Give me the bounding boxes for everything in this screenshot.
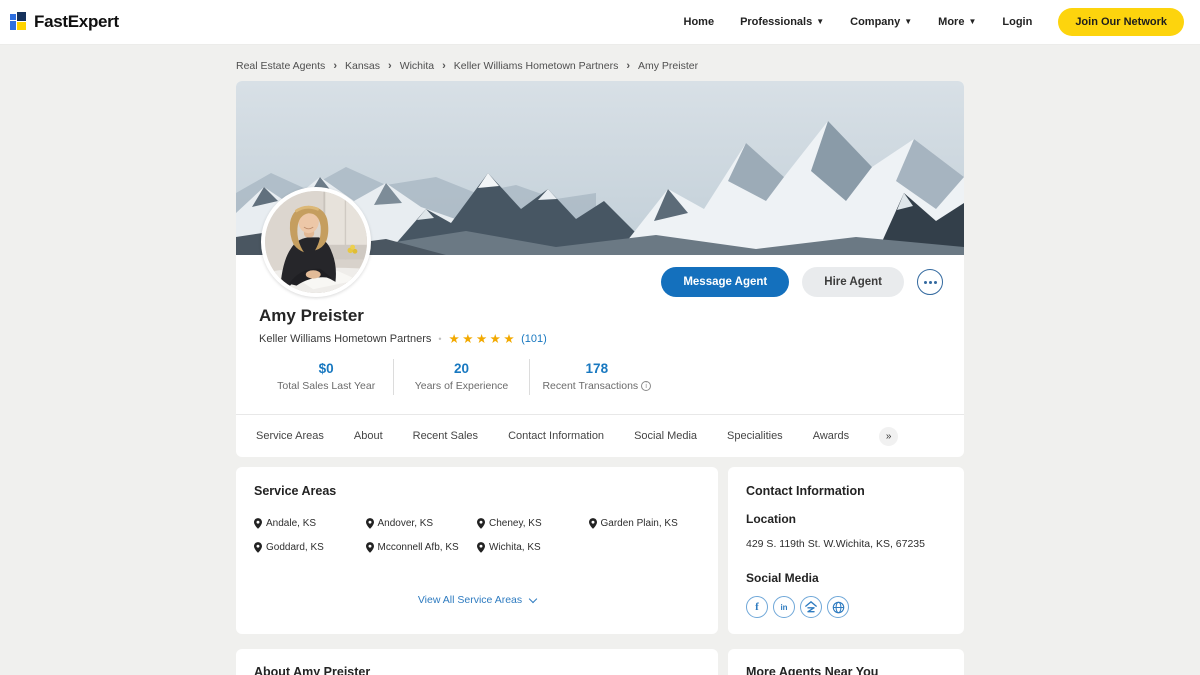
- website-globe-icon[interactable]: [827, 596, 849, 618]
- nav-company[interactable]: Company ▼: [850, 16, 912, 28]
- chevron-right-icon: ›: [388, 60, 392, 72]
- social-links: f in: [746, 596, 946, 618]
- dot-separator: •: [438, 333, 442, 344]
- view-all-service-areas-link[interactable]: View All Service Areas: [236, 594, 718, 606]
- chevron-down-icon: ▼: [904, 17, 913, 26]
- breadcrumb-item[interactable]: Real Estate Agents: [236, 60, 325, 72]
- agent-address: 429 S. 119th St. W.Wichita, KS, 67235: [746, 538, 925, 550]
- breadcrumb-item[interactable]: Keller Williams Hometown Partners: [454, 60, 619, 72]
- more-agents-title: More Agents Near You: [746, 665, 879, 675]
- service-area-item[interactable]: Andover, KS: [365, 518, 478, 529]
- linkedin-icon[interactable]: in: [773, 596, 795, 618]
- fastexpert-logo[interactable]: FastExpert: [10, 12, 119, 32]
- breadcrumb: Real Estate Agents › Kansas › Wichita › …: [236, 45, 964, 72]
- service-area-item[interactable]: Mcconnell Afb, KS: [365, 542, 478, 553]
- agent-profile-card: Message Agent Hire Agent Amy Preister Ke…: [236, 81, 964, 457]
- chevron-right-icon: ›: [333, 60, 337, 72]
- tab-service-areas[interactable]: Service Areas: [256, 430, 324, 442]
- tab-awards[interactable]: Awards: [813, 430, 849, 442]
- agent-name: Amy Preister: [259, 306, 364, 325]
- agent-stats: $0 Total Sales Last Year 20 Years of Exp…: [259, 359, 664, 395]
- breadcrumb-item[interactable]: Kansas: [345, 60, 380, 72]
- chevron-down-icon: [528, 594, 538, 603]
- info-icon[interactable]: i: [641, 381, 652, 391]
- map-pin-icon: [365, 542, 374, 553]
- about-agent-title: About Amy Preister: [254, 665, 371, 675]
- tab-about[interactable]: About: [354, 430, 383, 442]
- join-our-network-button[interactable]: Join Our Network: [1058, 8, 1184, 36]
- star-rating-icons: ★★★★★: [448, 332, 518, 346]
- stat-years-experience: 20 Years of Experience: [393, 359, 528, 395]
- brand-name: FastExpert: [34, 12, 119, 31]
- chevron-right-icon: ›: [442, 60, 446, 72]
- map-pin-icon: [477, 518, 485, 529]
- main-nav: Home Professionals ▼ Company ▼ More ▼ Login…: [684, 8, 1184, 36]
- breadcrumb-item-current: Amy Preister: [638, 60, 699, 72]
- more-options-button[interactable]: [917, 269, 943, 295]
- zillow-icon[interactable]: [800, 596, 822, 618]
- profile-tabs: Service Areas About Recent Sales Contact…: [236, 414, 964, 457]
- map-pin-icon: [254, 542, 262, 553]
- contact-information-title: Contact Information: [746, 484, 865, 498]
- map-pin-icon: [588, 518, 597, 529]
- message-agent-button[interactable]: Message Agent: [661, 267, 790, 297]
- breadcrumb-item[interactable]: Wichita: [400, 60, 434, 72]
- tab-recent-sales[interactable]: Recent Sales: [413, 430, 478, 442]
- fastexpert-logo-icon: [10, 12, 30, 32]
- contact-information-card: Contact Information Location 429 S. 119t…: [728, 467, 964, 634]
- more-agents-card: More Agents Near You: [728, 649, 964, 675]
- hire-agent-button[interactable]: Hire Agent: [802, 267, 904, 297]
- nav-more[interactable]: More ▼: [938, 16, 976, 28]
- map-pin-icon: [477, 542, 485, 553]
- service-area-item[interactable]: Cheney, KS: [477, 518, 589, 529]
- map-pin-icon: [365, 518, 374, 529]
- service-areas-title: Service Areas: [254, 484, 337, 498]
- tab-social-media[interactable]: Social Media: [634, 430, 697, 442]
- nav-home[interactable]: Home: [684, 16, 715, 28]
- map-pin-icon: [254, 518, 262, 529]
- ellipsis-icon: [923, 280, 927, 284]
- service-area-item[interactable]: Garden Plain, KS: [588, 518, 701, 529]
- chevron-down-icon: ▼: [968, 17, 977, 26]
- service-areas-list: Andale, KS Andover, KS Cheney, KS Garden…: [254, 518, 700, 553]
- tab-contact-information[interactable]: Contact Information: [508, 430, 604, 442]
- review-count-link[interactable]: (101): [521, 333, 547, 345]
- social-media-label: Social Media: [746, 571, 819, 585]
- about-agent-card: About Amy Preister: [236, 649, 718, 675]
- location-label: Location: [746, 512, 796, 526]
- agent-avatar[interactable]: [261, 187, 371, 297]
- tab-specialities[interactable]: Specialities: [727, 430, 783, 442]
- service-area-item[interactable]: Wichita, KS: [477, 542, 589, 553]
- stat-recent-transactions: 178 Recent Transactions i: [528, 359, 664, 395]
- facebook-icon[interactable]: f: [746, 596, 768, 618]
- tabs-scroll-next-button[interactable]: »: [879, 426, 899, 446]
- nav-professionals[interactable]: Professionals ▼: [740, 16, 824, 28]
- service-area-item[interactable]: Andale, KS: [254, 518, 366, 529]
- service-areas-card: Service Areas Andale, KS Andover, KS Che…: [236, 467, 718, 634]
- agent-company: Keller Williams Hometown Partners: [259, 332, 432, 345]
- top-navbar: FastExpert Home Professionals ▼ Company ▼ …: [0, 0, 1200, 45]
- service-area-item[interactable]: Goddard, KS: [254, 542, 366, 553]
- nav-login[interactable]: Login: [1002, 16, 1032, 28]
- stat-total-sales: $0 Total Sales Last Year: [277, 361, 376, 392]
- chevron-down-icon: ▼: [816, 17, 825, 26]
- chevron-right-icon: ›: [626, 60, 631, 72]
